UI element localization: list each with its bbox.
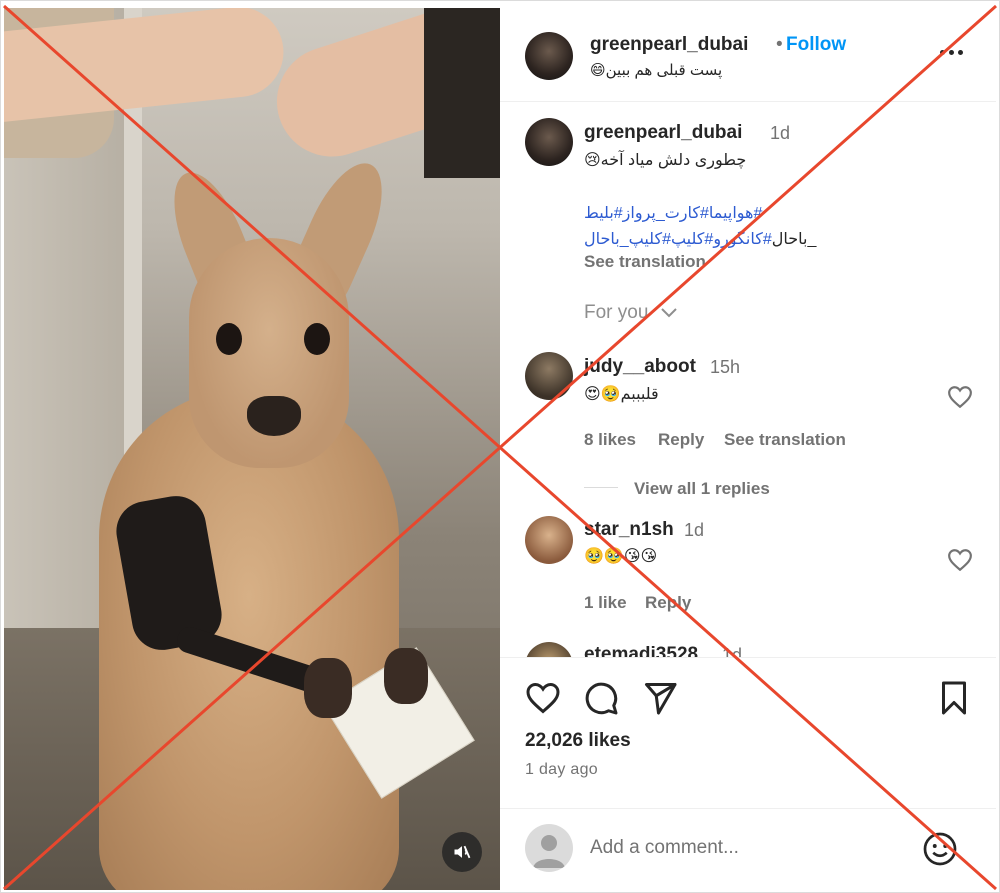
like-comment-heart-icon[interactable] [947, 385, 973, 409]
caption-hashtags-plain: _باحال [771, 231, 817, 248]
commenter-avatar[interactable] [525, 516, 573, 564]
kangaroo-eye-left [216, 323, 242, 355]
comment-time[interactable]: 1d [722, 645, 742, 657]
comment-see-translation[interactable]: See translation [724, 430, 846, 450]
kangaroo-paw-right [384, 648, 428, 704]
emoji-icon[interactable] [922, 831, 958, 867]
comment-bubble-icon[interactable] [583, 680, 619, 716]
more-dot-icon [949, 49, 954, 55]
comment-time[interactable]: 15h [710, 357, 740, 378]
author-avatar[interactable] [525, 32, 573, 80]
comment-likes[interactable]: 8 likes [584, 430, 636, 450]
for-you-label[interactable]: For you [584, 302, 678, 324]
view-replies-button[interactable]: View all 1 replies [634, 479, 770, 499]
chevron-down-icon [660, 308, 677, 318]
caption-author[interactable]: greenpearl_dubai [584, 122, 742, 144]
comment-username[interactable]: judy__aboot [584, 356, 696, 378]
likes-count[interactable]: 22,026 likes [525, 730, 631, 752]
separator-dot: • [776, 34, 783, 55]
post-header: greenpearl_dubai • Follow پست قبلی هم بب… [500, 8, 996, 102]
share-send-icon[interactable] [642, 680, 678, 716]
commenter-avatar[interactable] [525, 642, 573, 657]
replies-divider [584, 487, 618, 488]
caption-see-translation[interactable]: See translation [584, 252, 706, 272]
comment-username[interactable]: etemadi3528 [584, 644, 698, 657]
caption-hashtags-line2[interactable]: _باحال#کانگورو#کلیپ#کلیپ_باحال [584, 229, 816, 249]
current-user-avatar [525, 824, 573, 872]
post-date[interactable]: 1 day ago [525, 761, 598, 779]
like-comment-heart-icon[interactable] [947, 548, 973, 572]
comment-time[interactable]: 1d [684, 520, 704, 541]
media-sleeve-right [424, 8, 500, 178]
like-heart-icon[interactable] [525, 680, 561, 716]
add-comment-input[interactable] [590, 831, 910, 865]
comment-reply-button[interactable]: Reply [645, 593, 691, 613]
post-actions: 22,026 likes 1 day ago [500, 658, 996, 798]
comment-username[interactable]: star_n1sh [584, 519, 674, 541]
kangaroo-eye-right [304, 323, 330, 355]
caption-author-avatar[interactable] [525, 118, 573, 166]
post-media[interactable] [4, 8, 500, 890]
kangaroo-paw-left [304, 658, 352, 718]
for-you-text: For you [584, 302, 649, 323]
comment-reply-button[interactable]: Reply [658, 430, 704, 450]
default-user-icon [533, 835, 565, 868]
commenter-avatar[interactable] [525, 352, 573, 400]
comment-text: قلبببم🥹😍 [584, 386, 659, 403]
post-side-panel: greenpearl_dubai • Follow پست قبلی هم بب… [500, 8, 996, 890]
caption-hashtags-links[interactable]: #کانگورو#کلیپ#کلیپ_باحال [584, 231, 772, 248]
caption-time[interactable]: 1d [770, 123, 790, 144]
caption-hashtags-line1[interactable]: #هواپیما#کارت_پرواز#بلیط [584, 203, 762, 223]
follow-button[interactable]: Follow [786, 34, 846, 56]
more-dot-icon [940, 49, 945, 55]
mute-button[interactable] [442, 832, 482, 872]
more-dot-icon [958, 49, 963, 55]
author-username[interactable]: greenpearl_dubai [590, 34, 748, 56]
add-comment-bar [500, 808, 996, 890]
speaker-muted-icon [454, 845, 471, 859]
comment-text: 🥹🥹😘😘 [584, 548, 658, 565]
kangaroo-nose [247, 396, 301, 436]
caption-text: چطوری دلش میاد آخه😢 [584, 152, 747, 169]
more-options-button[interactable] [940, 42, 970, 62]
comments-list[interactable]: greenpearl_dubai 1d چطوری دلش میاد آخه😢 … [500, 102, 996, 658]
post-subtitle: پست قبلی هم ببین😄 [590, 62, 723, 79]
save-bookmark-icon[interactable] [936, 680, 972, 716]
comment-likes[interactable]: 1 like [584, 593, 627, 613]
